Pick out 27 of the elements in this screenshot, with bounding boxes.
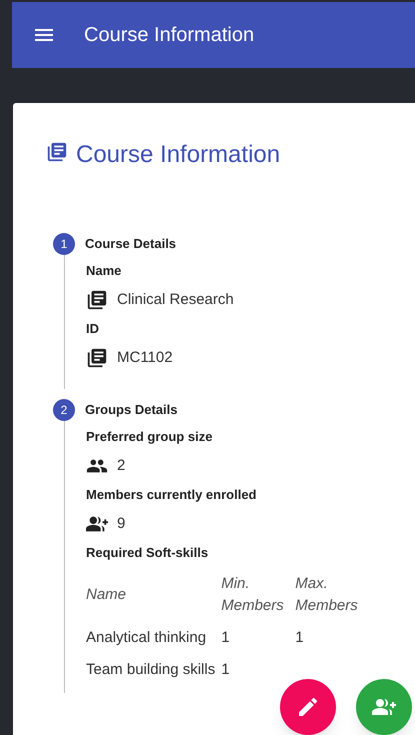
step-title: Course Details (85, 235, 176, 254)
field-value: Clinical Research (117, 290, 234, 310)
field-value: 2 (117, 456, 126, 476)
table-cell-text: 1 (221, 628, 231, 648)
field-label: Preferred group size (86, 428, 214, 446)
table-title: Required Soft-skills (86, 544, 210, 562)
step-title: Groups Details (85, 401, 178, 420)
table-cell-text: 1 (221, 660, 231, 680)
book-icon (86, 346, 108, 369)
page-title: Course Information (76, 140, 280, 170)
table-cell-text: 1 (295, 628, 305, 648)
field-value: MC1102 (117, 348, 173, 368)
pencil-icon (296, 695, 320, 719)
field-label: ID (86, 320, 100, 338)
book-icon (46, 141, 68, 163)
step-number: 1 (53, 233, 75, 255)
field-label: Name (86, 262, 122, 280)
app-bar-title: Course Information (84, 23, 254, 48)
column-header: Min. Members (221, 574, 285, 616)
step-number: 2 (53, 399, 75, 421)
table-cell-text: Team building skills (86, 660, 216, 680)
book-icon (86, 288, 108, 311)
column-header: Name (86, 584, 128, 604)
field-value: 9 (117, 514, 126, 534)
field-label: Members currently enrolled (86, 486, 258, 504)
table-cell-text: Analytical thinking (86, 628, 208, 648)
column-header: Max. Members (295, 574, 359, 616)
